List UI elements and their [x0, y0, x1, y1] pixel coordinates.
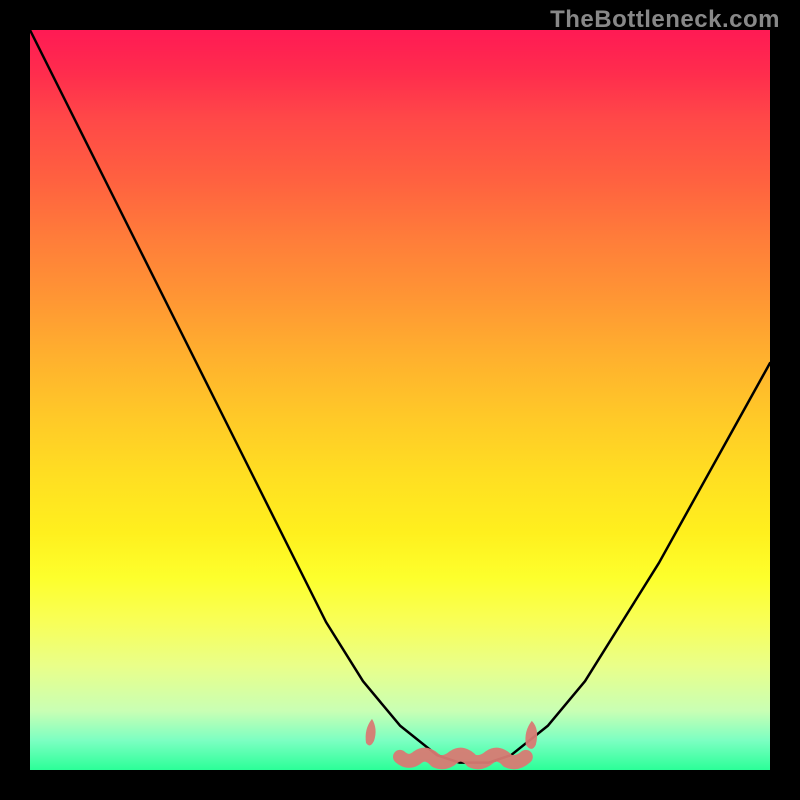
chart-container: TheBottleneck.com — [0, 0, 800, 800]
plot-area — [30, 30, 770, 770]
watermark-text: TheBottleneck.com — [550, 6, 780, 34]
bottleneck-curve — [30, 30, 770, 763]
bottom-cluster — [366, 719, 538, 762]
chart-svg — [30, 30, 770, 770]
